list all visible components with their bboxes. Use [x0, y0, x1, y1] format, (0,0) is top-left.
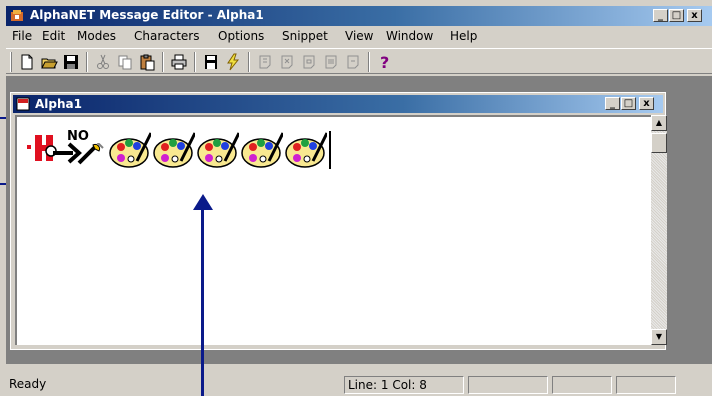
document-icon — [16, 97, 30, 111]
toolbar: ? — [6, 48, 712, 74]
palette-icon — [153, 132, 195, 168]
menu-options[interactable]: Options — [218, 29, 264, 43]
toolbar-grip — [10, 52, 12, 72]
paste-icon[interactable] — [138, 53, 156, 71]
format-icon-2[interactable] — [278, 53, 296, 71]
close-button[interactable]: x — [687, 9, 702, 22]
doc-minimize-button[interactable]: _ — [605, 97, 620, 110]
menu-view[interactable]: View — [345, 29, 373, 43]
menu-file[interactable]: File — [12, 29, 32, 43]
send-lightning-icon[interactable] — [224, 53, 242, 71]
title-bar[interactable]: AlphaNET Message Editor - Alpha1 _ □ x — [6, 6, 712, 26]
app-icon — [11, 10, 23, 21]
document-title-bar[interactable]: Alpha1 _ □ x — [13, 95, 663, 113]
palette-icon — [109, 132, 151, 168]
scroll-thumb[interactable] — [651, 133, 667, 153]
annotation-line-left-bottom — [0, 183, 6, 185]
app-window: AlphaNET Message Editor - Alpha1 _ □ x F… — [0, 0, 712, 396]
copy-icon[interactable] — [116, 53, 134, 71]
menu-snippet[interactable]: Snippet — [282, 29, 328, 43]
toolbar-separator — [368, 52, 370, 72]
minimize-button[interactable]: _ — [653, 9, 668, 22]
palette-icon — [241, 132, 283, 168]
menu-window[interactable]: Window — [386, 29, 433, 43]
format-icon-1[interactable] — [256, 53, 274, 71]
maximize-button[interactable]: □ — [669, 9, 684, 22]
text-caret — [329, 131, 331, 169]
format-icon-3[interactable] — [300, 53, 318, 71]
doc-maximize-button[interactable]: □ — [621, 97, 636, 110]
status-cell-empty-3 — [616, 376, 676, 394]
print-icon[interactable] — [170, 53, 188, 71]
doc-close-button[interactable]: x — [639, 97, 654, 110]
palette-icon — [197, 132, 239, 168]
help-question-icon[interactable]: ? — [376, 53, 394, 71]
cursor-position: Line: 1 Col: 8 — [344, 376, 464, 394]
toolbar-separator — [194, 52, 196, 72]
status-text: Ready — [9, 377, 47, 391]
save-disk-icon[interactable] — [62, 53, 80, 71]
palette-icon — [285, 132, 327, 168]
scroll-down-button[interactable]: ▼ — [651, 329, 667, 345]
window-title: AlphaNET Message Editor - Alpha1 — [30, 8, 264, 22]
document-title: Alpha1 — [35, 97, 82, 111]
cut-icon[interactable] — [94, 53, 112, 71]
menu-help[interactable]: Help — [450, 29, 477, 43]
format-icon-4[interactable] — [322, 53, 340, 71]
no-paint-icon — [77, 143, 104, 165]
toolbar-separator — [86, 52, 88, 72]
menu-bar: File Edit Modes Characters Options Snipp… — [6, 26, 712, 46]
format-icon-5[interactable] — [344, 53, 362, 71]
vertical-scrollbar[interactable]: ▲ ▼ — [651, 115, 667, 345]
status-bar: Ready Line: 1 Col: 8 — [6, 374, 712, 396]
menu-modes[interactable]: Modes — [77, 29, 116, 43]
status-cell-empty-2 — [552, 376, 612, 394]
svg-text:?: ? — [380, 53, 389, 71]
save-message-icon[interactable] — [202, 53, 220, 71]
status-cell-empty-1 — [468, 376, 548, 394]
document-window: Alpha1 _ □ x NO ▲ ▼ — [10, 92, 667, 350]
menu-edit[interactable]: Edit — [42, 29, 65, 43]
toolbar-separator — [248, 52, 250, 72]
menu-characters[interactable]: Characters — [134, 29, 200, 43]
message-editor[interactable]: NO — [15, 115, 651, 345]
annotation-arrow-line — [201, 200, 204, 396]
scroll-up-button[interactable]: ▲ — [651, 115, 667, 131]
no-label: NO — [67, 129, 89, 144]
new-file-icon[interactable] — [18, 53, 36, 71]
toolbar-separator — [162, 52, 164, 72]
annotation-line-left-top — [0, 117, 6, 119]
open-folder-icon[interactable] — [40, 53, 58, 71]
